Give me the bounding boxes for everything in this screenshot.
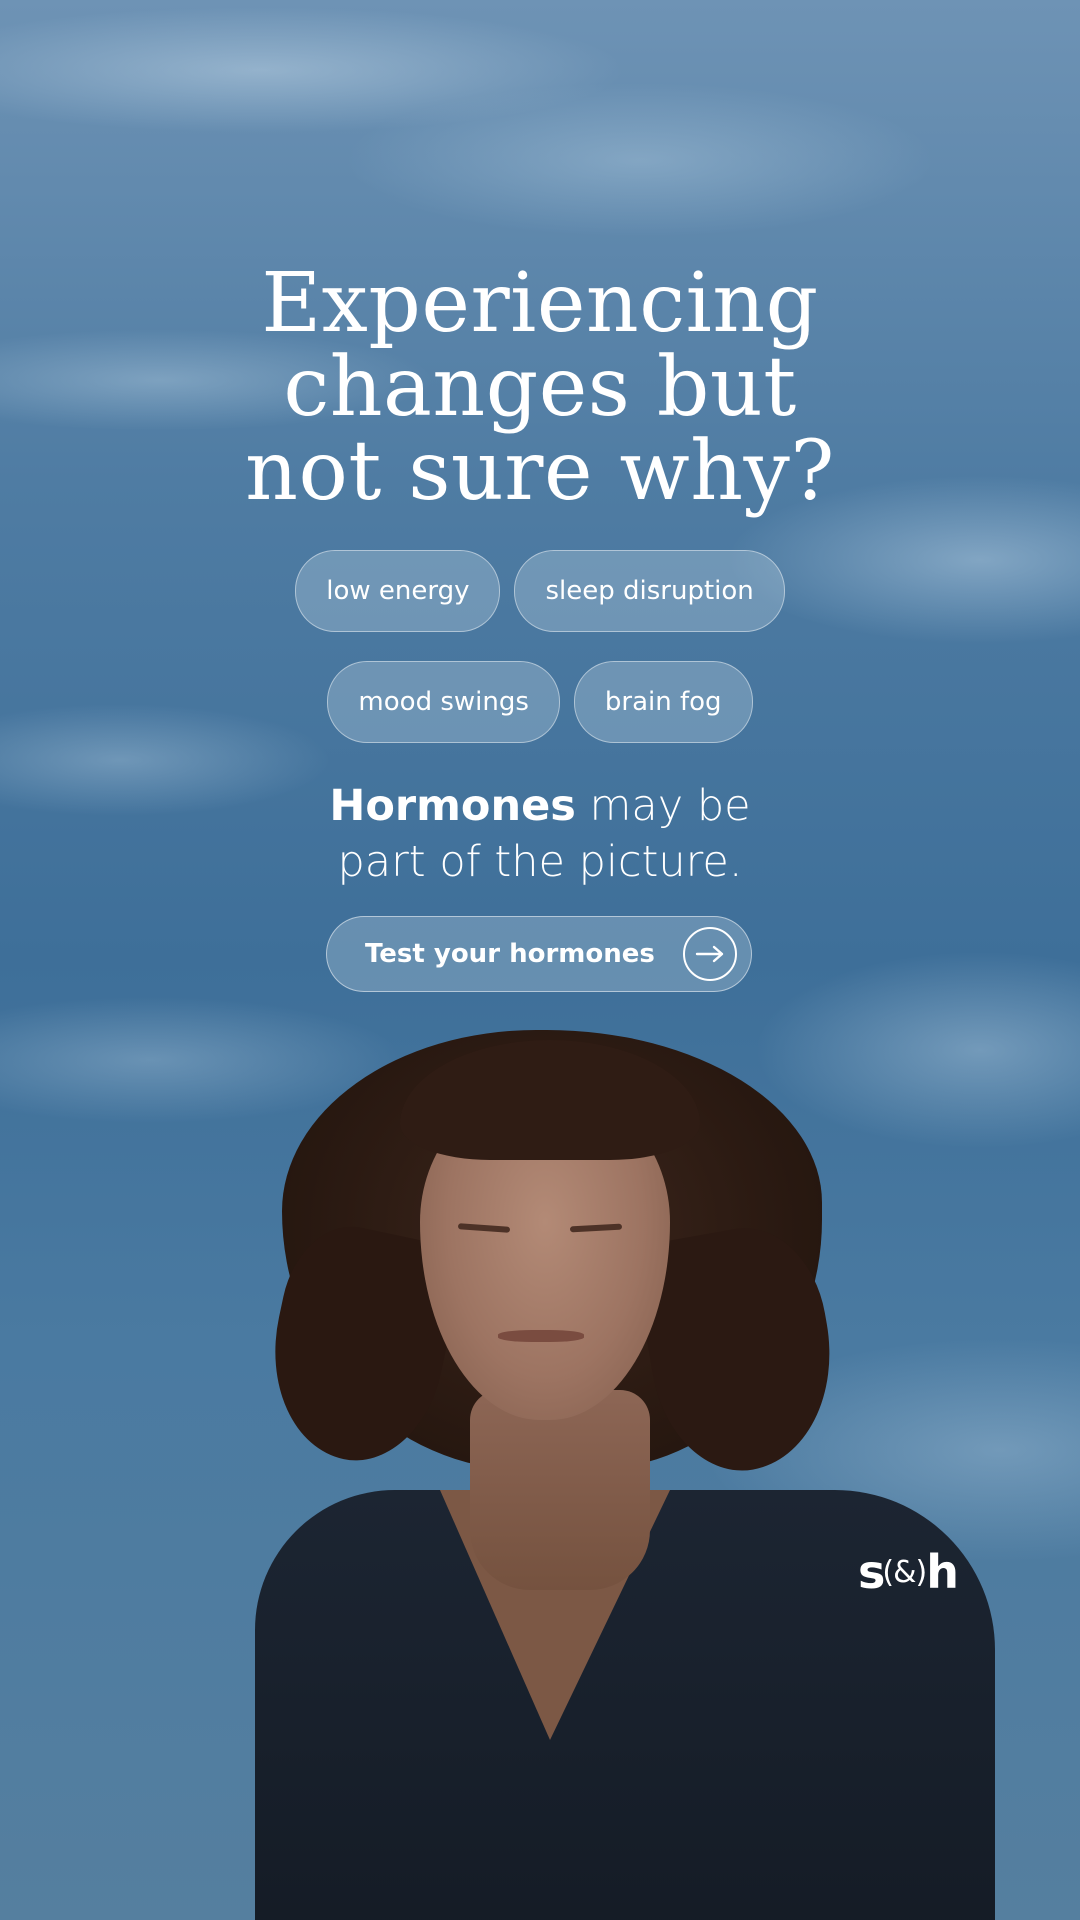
symptom-chips-row-2: mood swings brain fog (0, 661, 1080, 743)
symptom-chip-brain-fog[interactable]: brain fog (573, 661, 753, 743)
symptom-chip-mood-swings[interactable]: mood swings (327, 661, 560, 743)
arrow-right-circle-icon (683, 927, 737, 981)
brand-logo: s (&) h (858, 1544, 968, 1600)
tagline-rest-2: part of the picture. (337, 837, 743, 887)
logo-s: s (858, 1545, 885, 1599)
mouth (498, 1330, 584, 1342)
headline-line-3: not sure why? (245, 424, 835, 519)
cta-label: Test your hormones (365, 939, 655, 969)
tagline: Hormones may be part of the picture. (0, 778, 1080, 890)
logo-h: h (926, 1545, 959, 1599)
tagline-bold: Hormones (329, 781, 576, 831)
ad-canvas: Experiencing changes but not sure why? l… (0, 0, 1080, 1920)
neck (470, 1390, 650, 1590)
symptom-chips-row-1: low energy sleep disruption (0, 550, 1080, 632)
symptom-chip-low-energy[interactable]: low energy (295, 550, 501, 632)
headline-line-2: changes but (283, 340, 797, 435)
test-hormones-button[interactable]: Test your hormones (326, 916, 752, 992)
headline: Experiencing changes but not sure why? (0, 262, 1080, 514)
tagline-rest-1: may be (575, 781, 751, 831)
symptom-chip-sleep-disruption[interactable]: sleep disruption (514, 550, 785, 632)
logo-ampersand: (&) (882, 1554, 927, 1590)
headline-line-1: Experiencing (261, 256, 819, 351)
